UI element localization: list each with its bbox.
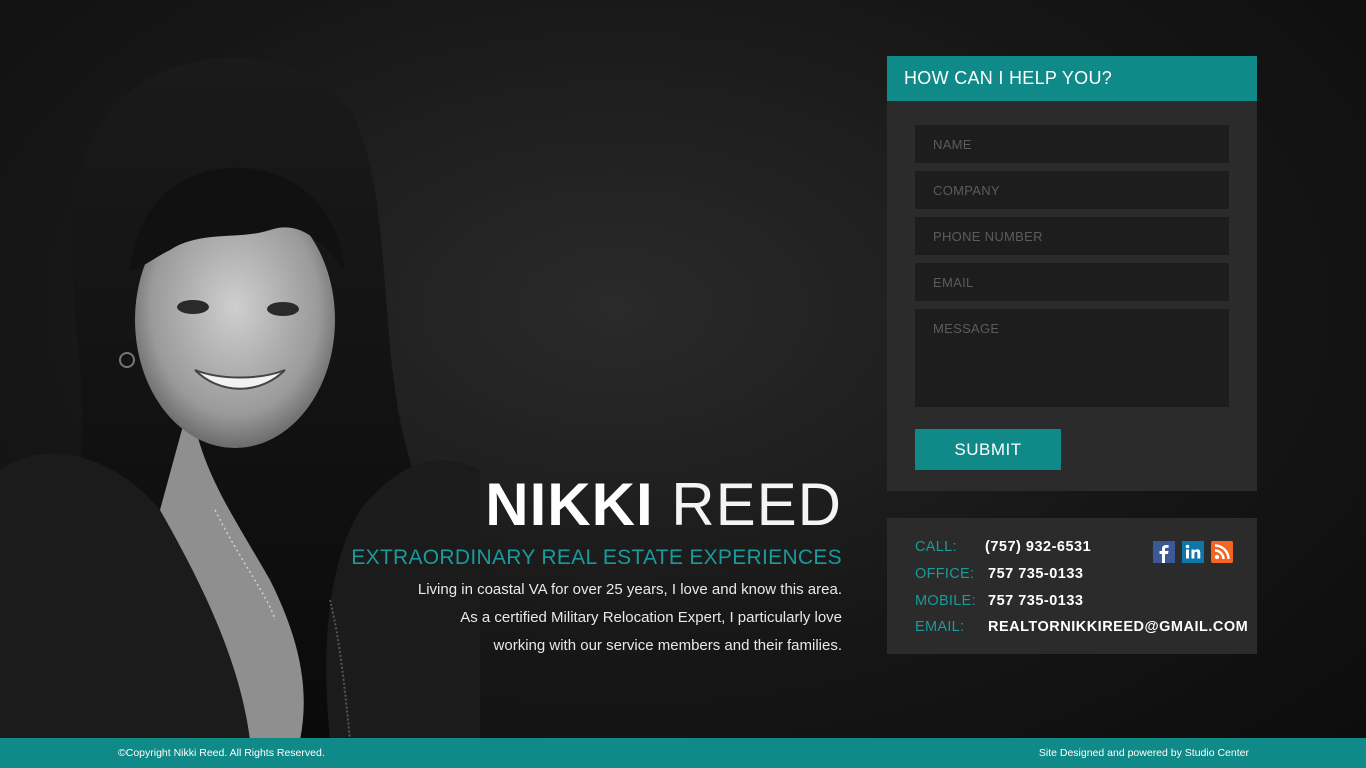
mobile-row: MOBILE: 757 735-0133 bbox=[915, 587, 1084, 614]
agent-last-name: REED bbox=[671, 471, 842, 538]
credit-link[interactable]: Site Designed and powered by Studio Cent… bbox=[1039, 747, 1249, 759]
email-field[interactable] bbox=[915, 263, 1229, 301]
mobile-value[interactable]: 757 735-0133 bbox=[988, 593, 1084, 609]
copyright-text: ©Copyright Nikki Reed. All Rights Reserv… bbox=[118, 747, 325, 759]
agent-first-name: NIKKI bbox=[485, 471, 654, 538]
call-value[interactable]: (757) 932-6531 bbox=[985, 539, 1091, 555]
phone-field[interactable] bbox=[915, 217, 1229, 255]
facebook-icon[interactable] bbox=[1153, 541, 1175, 563]
email-value[interactable]: REALTORNIKKIREED@GMAIL.COM bbox=[988, 619, 1248, 635]
bio-line: working with our service members and the… bbox=[493, 637, 842, 654]
contact-info-card: CALL: (757) 932-6531 OFFICE: 757 735-013… bbox=[887, 518, 1257, 654]
name-field[interactable] bbox=[915, 125, 1229, 163]
contact-form-card: HOW CAN I HELP YOU? SUBMIT bbox=[887, 56, 1257, 491]
bio-line: As a certified Military Relocation Exper… bbox=[460, 609, 842, 626]
submit-button[interactable]: SUBMIT bbox=[915, 429, 1061, 470]
office-row: OFFICE: 757 735-0133 bbox=[915, 560, 1084, 587]
hero-section: NIKKI REED EXTRAORDINARY REAL ESTATE EXP… bbox=[322, 470, 842, 660]
message-field[interactable] bbox=[915, 309, 1229, 407]
rss-icon[interactable] bbox=[1211, 541, 1233, 563]
form-title: HOW CAN I HELP YOU? bbox=[887, 56, 1257, 101]
company-field[interactable] bbox=[915, 171, 1229, 209]
call-row: CALL: (757) 932-6531 bbox=[915, 533, 1091, 560]
office-label: OFFICE: bbox=[915, 565, 975, 582]
footer: ©Copyright Nikki Reed. All Rights Reserv… bbox=[0, 738, 1366, 768]
email-label: EMAIL: bbox=[915, 618, 965, 635]
call-label: CALL: bbox=[915, 538, 957, 555]
tagline: EXTRAORDINARY REAL ESTATE EXPERIENCES bbox=[351, 546, 842, 569]
email-row: EMAIL: REALTORNIKKIREED@GMAIL.COM bbox=[915, 613, 1248, 640]
contact-form: SUBMIT bbox=[887, 101, 1257, 470]
agent-name: NIKKI REED bbox=[322, 470, 842, 540]
office-value[interactable]: 757 735-0133 bbox=[988, 566, 1084, 582]
linkedin-icon[interactable] bbox=[1182, 541, 1204, 563]
bio-text: Living in coastal VA for over 25 years, … bbox=[322, 576, 842, 660]
bio-line: Living in coastal VA for over 25 years, … bbox=[417, 581, 842, 598]
mobile-label: MOBILE: bbox=[915, 592, 976, 609]
social-links bbox=[1153, 541, 1233, 563]
